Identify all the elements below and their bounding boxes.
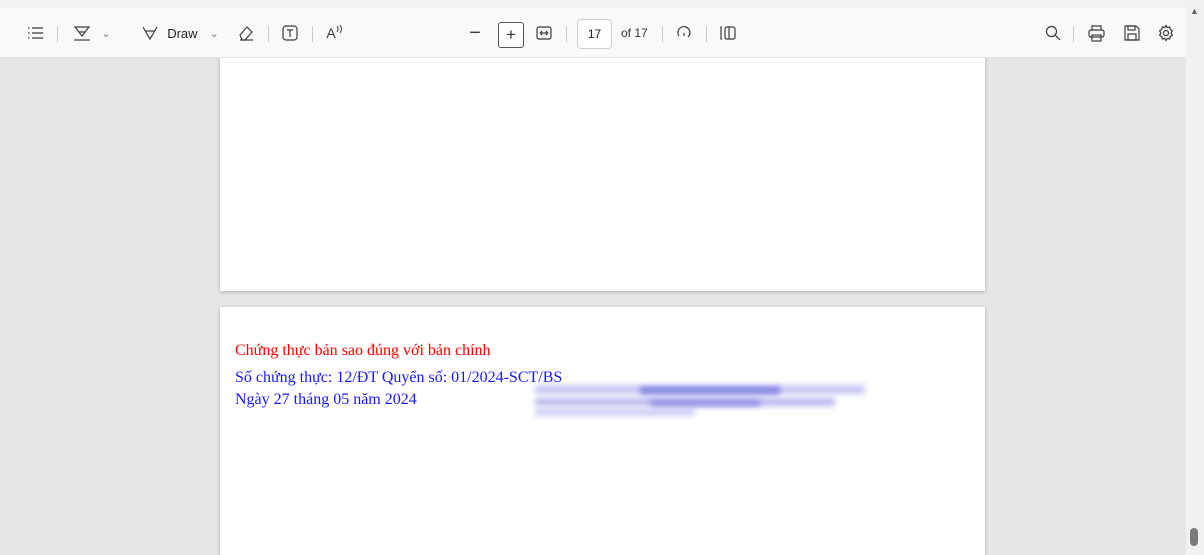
read-aloud-button[interactable]: A	[321, 8, 349, 58]
page-number-input[interactable]: 17	[577, 19, 612, 49]
scrollbar-thumb[interactable]	[1190, 528, 1198, 546]
window-top-strip	[0, 0, 1204, 8]
draw-label: Draw	[167, 25, 198, 41]
rotate-icon	[677, 26, 691, 38]
save-button[interactable]	[1120, 8, 1144, 58]
search-icon	[1045, 25, 1061, 41]
highlighter-icon	[74, 26, 91, 41]
two-page-view-icon	[720, 26, 736, 40]
eraser-icon	[239, 26, 253, 41]
pdf-toolbar: ⌄ Draw ⌄ A − + 17 of 17	[0, 8, 1186, 58]
page-view-button[interactable]	[715, 8, 741, 58]
vertical-scrollbar[interactable]: ▲	[1186, 0, 1204, 555]
fit-to-page-button[interactable]	[533, 8, 555, 58]
highlight-button[interactable]: ⌄	[66, 8, 118, 58]
add-text-button[interactable]	[278, 8, 302, 58]
draw-caret[interactable]: ⌄	[210, 27, 219, 40]
highlight-caret[interactable]: ⌄	[101, 27, 110, 40]
fit-width-icon	[536, 26, 552, 40]
page-count: of 17	[621, 26, 648, 40]
certification-date: Ngày 27 tháng 05 năm 2024	[235, 391, 417, 408]
rotate-button[interactable]	[673, 8, 695, 58]
save-disk-icon	[1124, 25, 1140, 41]
find-button[interactable]	[1042, 8, 1064, 58]
text-box-icon	[282, 25, 298, 41]
zoom-in-label: +	[506, 25, 516, 44]
certification-number: Số chứng thực: 12/ĐT Quyển số: 01/2024-S…	[235, 369, 563, 386]
zoom-in-button[interactable]: +	[498, 22, 524, 48]
certification-title: Chứng thực bản sao đúng với bản chính	[235, 342, 491, 359]
toolbar-separator	[57, 26, 58, 42]
pdf-page-17: Chứng thực bản sao đúng với bản chính Số…	[220, 307, 985, 555]
toolbar-separator	[662, 26, 663, 42]
toolbar-separator	[268, 26, 269, 42]
erase-button[interactable]	[234, 8, 258, 58]
sound-waves-icon	[336, 24, 342, 34]
print-button[interactable]	[1084, 8, 1108, 58]
toolbar-separator	[566, 26, 567, 42]
pdf-page-16	[220, 58, 985, 291]
toolbar-separator	[1073, 26, 1074, 42]
document-viewer[interactable]: Chứng thực bản sao đúng với bản chính Số…	[0, 58, 1186, 555]
read-aloud-label: A	[326, 25, 336, 41]
zoom-out-button[interactable]: −	[466, 8, 484, 58]
gear-icon	[1158, 24, 1174, 42]
scroll-up-arrow[interactable]: ▲	[1190, 6, 1199, 16]
settings-button[interactable]	[1154, 8, 1178, 58]
zoom-out-label: −	[469, 21, 481, 44]
table-of-contents-button[interactable]	[24, 8, 46, 58]
toolbar-separator	[706, 26, 707, 42]
toolbar-separator	[312, 26, 313, 42]
list-icon	[28, 27, 43, 39]
draw-button[interactable]: Draw ⌄	[134, 8, 226, 58]
printer-icon	[1087, 24, 1105, 42]
draw-pen-icon	[142, 26, 158, 41]
